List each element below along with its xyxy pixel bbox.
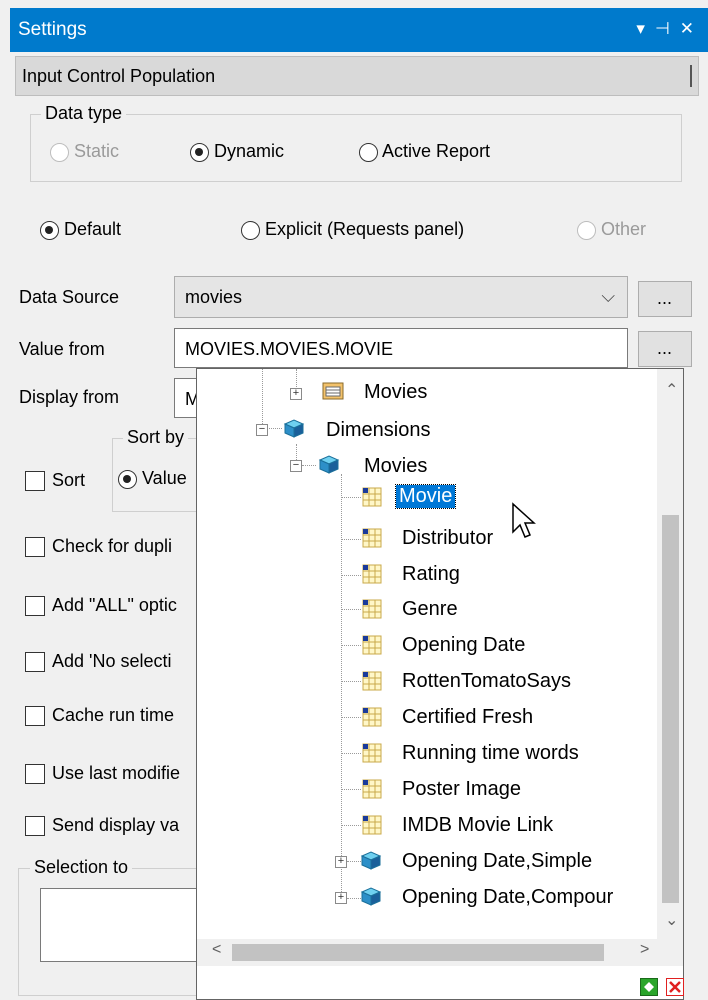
field-grid-icon	[362, 635, 382, 655]
cache-run-time-checkbox[interactable]	[25, 706, 45, 726]
radio-other-button	[577, 220, 596, 240]
cube-icon	[283, 419, 305, 438]
display-from-label: Display from	[19, 387, 120, 407]
radio-static: Static	[50, 141, 119, 162]
cube-icon	[360, 851, 382, 870]
value-from-value: MOVIES.MOVIES.MOVIE	[185, 339, 394, 359]
expand-icon[interactable]: +	[335, 856, 347, 868]
add-all-option-checkbox[interactable]	[25, 596, 45, 616]
tree-item-certified-fresh[interactable]: Certified Fresh	[402, 706, 533, 729]
radio-other: Other	[577, 219, 646, 240]
collapse-icon[interactable]: −	[290, 460, 302, 472]
radio-active-report[interactable]: Active Report	[359, 141, 490, 162]
selection-legend: Selection to	[30, 857, 133, 878]
tree-item-opening-date[interactable]: Opening Date	[402, 634, 525, 657]
field-grid-icon	[362, 564, 382, 584]
pin-icon[interactable]: ⊣	[655, 19, 680, 38]
radio-explicit-button[interactable]	[241, 220, 260, 240]
tree-item-running-time-words[interactable]: Running time words	[402, 742, 579, 765]
data-type-group	[30, 114, 682, 182]
check-duplicates-label: Check for dupli	[52, 536, 173, 556]
value-from-input[interactable]: MOVIES.MOVIES.MOVIE	[174, 328, 628, 368]
sort-checkbox[interactable]	[25, 471, 45, 491]
tree-item-genre[interactable]: Genre	[402, 598, 458, 621]
radio-dynamic[interactable]: Dynamic	[190, 141, 284, 162]
tree-item-movies-folder[interactable]: Movies	[364, 381, 427, 404]
ok-icon[interactable]	[640, 978, 658, 996]
cancel-icon[interactable]	[666, 978, 684, 996]
data-source-label: Data Source	[19, 287, 120, 307]
tree-item-opening-date-simple[interactable]: Opening Date,Simple	[402, 850, 592, 873]
check-duplicates-checkbox[interactable]	[25, 537, 45, 557]
close-icon[interactable]: ✕	[680, 19, 704, 38]
vertical-scroll-thumb[interactable]	[662, 515, 679, 903]
radio-default-button[interactable]	[40, 220, 59, 240]
radio-sort-value-button[interactable]	[118, 469, 137, 489]
use-last-modified-checkbox[interactable]	[25, 764, 45, 784]
send-display-value-label: Send display va	[52, 815, 180, 835]
tree-item-rottentomatosays[interactable]: RottenTomatoSays	[402, 670, 571, 693]
selection-textarea[interactable]	[40, 888, 202, 962]
radio-explicit[interactable]: Explicit (Requests panel)	[241, 219, 464, 240]
data-source-value: movies	[185, 287, 243, 307]
radio-dynamic-button[interactable]	[190, 142, 209, 162]
tree-item-movie[interactable]: Movie	[394, 484, 457, 509]
radio-sort-value[interactable]: Value	[118, 468, 187, 489]
field-grid-icon	[362, 528, 382, 548]
scroll-left-icon[interactable]: <	[212, 941, 221, 959]
radio-default[interactable]: Default	[40, 219, 121, 240]
use-last-modified-label: Use last modifie	[52, 763, 181, 783]
splitter	[690, 65, 692, 87]
titlebar-bar: Settings ▾⊣✕	[10, 8, 708, 52]
tree-item-movies-dimension[interactable]: Movies	[364, 455, 427, 478]
mouse-cursor-icon	[512, 502, 536, 538]
sort-label: Sort	[52, 470, 86, 490]
cube-icon	[318, 455, 340, 474]
dropdown-arrow-icon[interactable]: ▾	[636, 19, 655, 38]
horizontal-scroll-thumb[interactable]	[232, 944, 604, 961]
chevron-down-icon: ⌵	[601, 286, 615, 306]
value-from-browse-button[interactable]: ...	[638, 331, 692, 367]
data-source-select[interactable]: movies ⌵	[174, 276, 628, 318]
radio-active-report-button[interactable]	[359, 142, 378, 162]
expand-icon[interactable]: +	[335, 892, 347, 904]
field-grid-icon	[362, 779, 382, 799]
data-source-browse-button[interactable]: ...	[638, 281, 692, 317]
field-grid-icon	[362, 599, 382, 619]
tree-item-opening-date-compound[interactable]: Opening Date,Compour	[402, 886, 656, 909]
tree-item-dimensions[interactable]: Dimensions	[326, 419, 430, 442]
scroll-right-icon[interactable]: >	[640, 941, 649, 959]
field-grid-icon	[362, 707, 382, 727]
field-grid-icon	[362, 671, 382, 691]
tree-item-imdb-movie-link[interactable]: IMDB Movie Link	[402, 814, 553, 837]
section-title: Input Control Population	[22, 66, 216, 86]
field-grid-icon	[362, 487, 382, 507]
section-header[interactable]: Input Control Population	[15, 56, 699, 96]
scroll-up-icon[interactable]: ⌃	[665, 380, 678, 400]
folder-table-icon	[322, 382, 344, 400]
add-no-selection-checkbox[interactable]	[25, 652, 45, 672]
send-display-value-checkbox[interactable]	[25, 816, 45, 836]
value-from-label: Value from	[19, 339, 105, 359]
tree-item-rating[interactable]: Rating	[402, 563, 460, 586]
collapse-icon[interactable]: −	[256, 424, 268, 436]
data-type-legend: Data type	[41, 103, 127, 124]
panel-titlebar: Settings ▾⊣✕	[0, 0, 708, 52]
add-all-option-label: Add "ALL" optic	[52, 595, 177, 615]
panel-title: Settings	[18, 19, 87, 40]
field-grid-icon	[362, 743, 382, 763]
radio-static-button	[50, 142, 69, 162]
field-grid-icon	[362, 815, 382, 835]
tree-item-poster-image[interactable]: Poster Image	[402, 778, 521, 801]
add-no-selection-label: Add 'No selecti	[52, 651, 172, 671]
expand-icon[interactable]: +	[290, 388, 302, 400]
tree-item-distributor[interactable]: Distributor	[402, 527, 493, 550]
cube-icon	[360, 887, 382, 906]
scroll-down-icon[interactable]: ⌄	[665, 910, 678, 930]
sort-by-legend: Sort by	[123, 427, 189, 448]
cache-run-time-label: Cache run time	[52, 705, 175, 725]
